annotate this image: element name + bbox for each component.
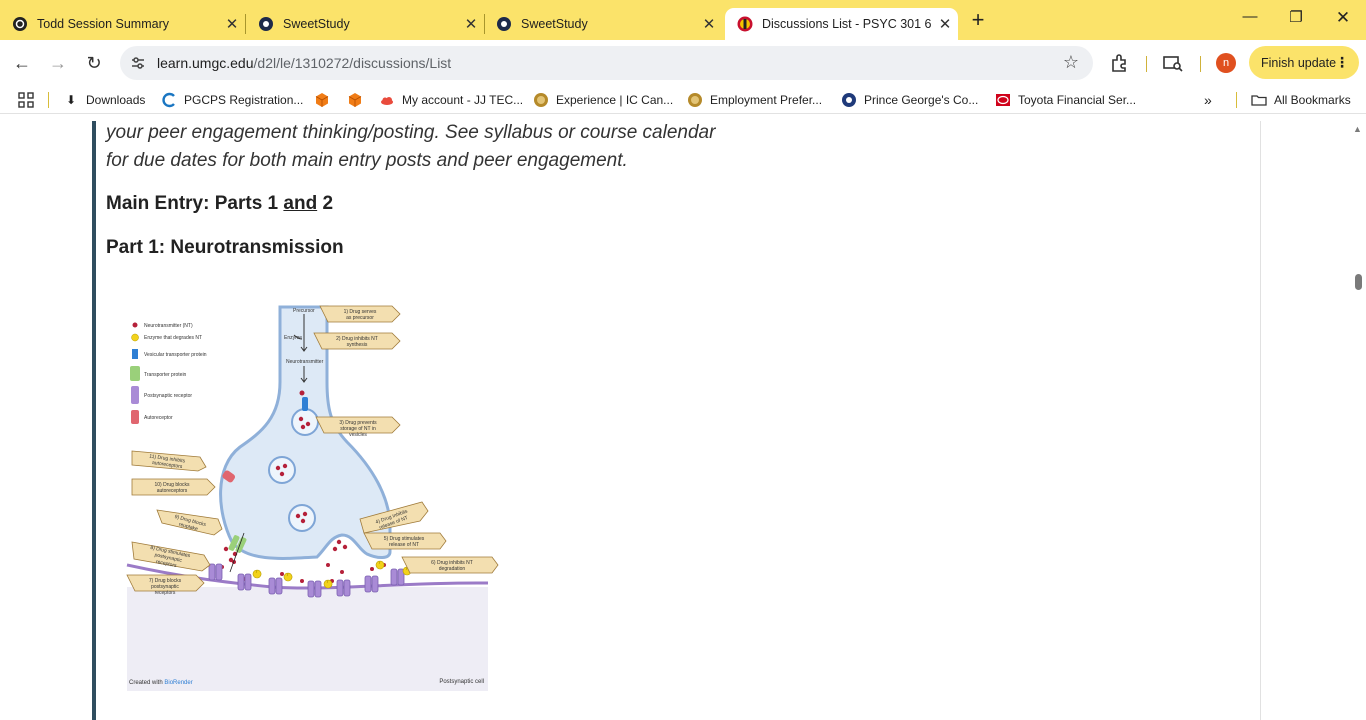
restore-icon[interactable]: ❐ xyxy=(1273,8,1319,32)
cloud-icon xyxy=(379,92,395,108)
bookmark-pgcps[interactable]: PGCPS Registration... xyxy=(161,92,303,108)
tab-title: Todd Session Summary xyxy=(37,17,170,31)
tab-title: SweetStudy xyxy=(521,17,588,31)
svg-text:synthesis: synthesis xyxy=(347,342,368,348)
enzyme-label: Enzyme xyxy=(284,335,302,341)
svg-text:Vesicular transporter protein: Vesicular transporter protein xyxy=(144,352,207,358)
seal-icon xyxy=(687,92,703,108)
scrollbar-thumb[interactable] xyxy=(1355,274,1362,290)
biorender-credit: Created with BioRender xyxy=(129,680,193,686)
browser-toolbar: ← → ↻ learn.umgc.edu/d2l/le/1310272/disc… xyxy=(0,40,1366,86)
neurotransmitter-label: Neurotransmitter xyxy=(286,359,324,365)
svg-text:vesicles: vesicles xyxy=(349,432,367,438)
close-tab-icon[interactable]: ✕ xyxy=(932,15,958,33)
content-divider xyxy=(1260,121,1261,720)
new-tab-icon[interactable]: + xyxy=(965,9,991,33)
openai-icon xyxy=(12,16,28,32)
folder-icon xyxy=(1251,92,1267,108)
cube-icon xyxy=(347,92,363,108)
tab-sweetstudy-1[interactable]: SweetStudy ✕ xyxy=(246,8,484,40)
diagram-legend: Neurotransmitter (NT) Enzyme that degrad… xyxy=(130,322,207,424)
tab-discussions-list[interactable]: Discussions List - PSYC 301 698 ✕ xyxy=(725,8,958,40)
svg-text:autoreceptors: autoreceptors xyxy=(157,488,188,494)
tab-title: SweetStudy xyxy=(283,17,350,31)
bookmark-prince-georges[interactable]: Prince George's Co... xyxy=(841,92,978,108)
content-accent-bar xyxy=(92,121,96,720)
menu-dots-icon[interactable]: ⋮ xyxy=(1335,54,1349,71)
forward-icon[interactable]: → xyxy=(45,51,71,75)
svg-text:degradation: degradation xyxy=(439,566,466,572)
bookmark-star-icon[interactable]: ☆ xyxy=(1063,52,1079,73)
tab-search-icon[interactable] xyxy=(1162,52,1184,74)
finish-update-button[interactable]: Finish update ⋮ xyxy=(1249,46,1359,79)
svg-text:Enzyme that degrades NT: Enzyme that degrades NT xyxy=(144,335,202,341)
svg-text:receptors: receptors xyxy=(155,590,176,596)
svg-text:as precursor: as precursor xyxy=(346,315,374,321)
finish-update-label: Finish update xyxy=(1261,55,1337,70)
all-bookmarks[interactable]: All Bookmarks xyxy=(1251,92,1351,108)
bookmarks-bar: ⬇ Downloads PGCPS Registration... My acco… xyxy=(0,86,1366,114)
bookmark-employment[interactable]: Employment Prefer... xyxy=(687,92,822,108)
window-close-icon[interactable]: ✕ xyxy=(1320,8,1366,32)
tab-sweetstudy-2[interactable]: SweetStudy ✕ xyxy=(484,8,722,40)
toolbar-separator xyxy=(1200,56,1201,72)
page-content: ▲ your peer engagement thinking/posting.… xyxy=(0,121,1366,720)
reload-icon[interactable]: ↻ xyxy=(81,51,107,75)
bookmark-jj-tec[interactable]: My account - JJ TEC... xyxy=(379,92,523,108)
postsynaptic-label: Postsynaptic cell xyxy=(439,679,484,685)
intro-line-1: your peer engagement thinking/posting. S… xyxy=(106,122,716,143)
sweetstudy-icon xyxy=(258,16,274,32)
minimize-icon[interactable]: — xyxy=(1227,8,1273,32)
intro-line-2: for due dates for both main entry posts … xyxy=(106,150,628,171)
bookmark-downloads[interactable]: ⬇ Downloads xyxy=(63,92,145,108)
bookmark-ic-can[interactable]: Experience | IC Can... xyxy=(533,92,673,108)
bookmark-separator xyxy=(1236,92,1237,108)
umgc-icon xyxy=(737,16,753,32)
pgcps-icon xyxy=(161,92,177,108)
svg-text:release of NT: release of NT xyxy=(389,542,419,548)
tab-strip: Todd Session Summary ✕ SweetStudy ✕ Swee… xyxy=(0,0,1366,40)
svg-text:Autoreceptor: Autoreceptor xyxy=(144,415,173,421)
site-info-icon[interactable] xyxy=(130,55,146,71)
main-entry-heading: Main Entry: Parts 1 and 2 xyxy=(106,193,334,214)
url-text: learn.umgc.edu/d2l/le/1310272/discussion… xyxy=(157,55,452,71)
tab-todd-session[interactable]: Todd Session Summary ✕ xyxy=(0,8,245,40)
download-icon: ⬇ xyxy=(65,93,77,107)
county-icon xyxy=(841,92,857,108)
apps-grid-icon[interactable] xyxy=(18,92,34,108)
part1-heading: Part 1: Neurotransmission xyxy=(106,237,344,258)
svg-text:Postsynaptic receptor: Postsynaptic receptor xyxy=(144,393,192,399)
extensions-icon[interactable] xyxy=(1108,52,1130,74)
cube-icon xyxy=(314,92,330,108)
bookmark-separator xyxy=(48,92,49,108)
sweetstudy-icon xyxy=(496,16,512,32)
seal-icon xyxy=(533,92,549,108)
toolbar-separator xyxy=(1146,56,1147,72)
svg-text:Neurotransmitter (NT): Neurotransmitter (NT) xyxy=(144,323,193,329)
profile-avatar[interactable]: n xyxy=(1216,53,1236,73)
close-tab-icon[interactable]: ✕ xyxy=(219,15,245,33)
precursor-label: Precursor xyxy=(293,308,315,314)
back-icon[interactable]: ← xyxy=(9,51,35,75)
tab-title: Discussions List - PSYC 301 698 xyxy=(762,17,932,31)
bookmark-cube-2[interactable] xyxy=(347,92,370,108)
bookmark-cube-1[interactable] xyxy=(314,92,337,108)
neurotransmission-diagram: Precursor Enzyme Neurotransmitter Neurot… xyxy=(126,305,499,691)
address-bar[interactable]: learn.umgc.edu/d2l/le/1310272/discussion… xyxy=(120,46,1093,80)
close-tab-icon[interactable]: ✕ xyxy=(696,15,722,33)
bookmark-toyota[interactable]: Toyota Financial Ser... xyxy=(995,92,1136,108)
toyota-icon xyxy=(995,92,1011,108)
svg-text:Transporter protein: Transporter protein xyxy=(144,372,187,378)
scroll-up-icon[interactable]: ▲ xyxy=(1353,124,1362,134)
close-tab-icon[interactable]: ✕ xyxy=(458,15,484,33)
more-bookmarks-icon[interactable]: » xyxy=(1204,92,1212,108)
